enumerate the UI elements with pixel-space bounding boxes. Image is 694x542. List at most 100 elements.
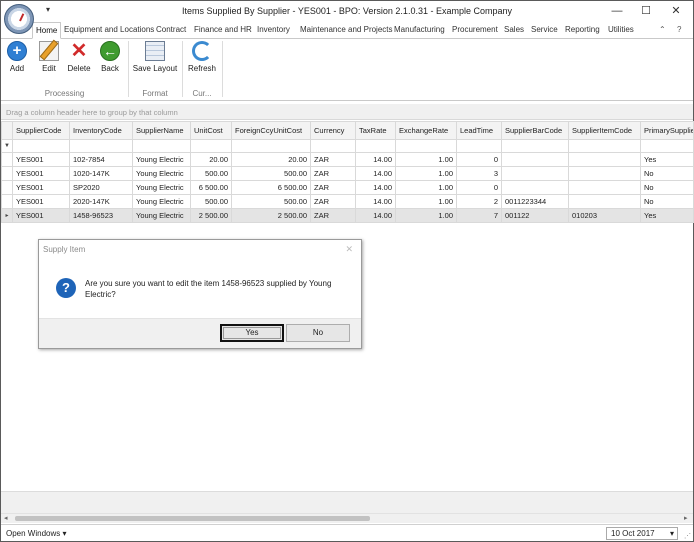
cell-currency[interactable]: ZAR xyxy=(310,166,356,181)
cell-supplierbarcode[interactable]: 001122 xyxy=(501,208,569,223)
cell-foreignccyunitcost[interactable]: 2 500.00 xyxy=(231,208,311,223)
cell-suppliername[interactable]: Young Electric xyxy=(132,152,191,167)
cell-inventorycode[interactable]: 1020-147K xyxy=(69,166,133,181)
filter-cell[interactable] xyxy=(395,139,457,153)
cell-foreignccyunitcost[interactable]: 500.00 xyxy=(231,194,311,209)
cell-leadtime[interactable]: 7 xyxy=(456,208,502,223)
refresh-button[interactable]: Refresh xyxy=(186,41,218,73)
filter-cell[interactable] xyxy=(456,139,502,153)
filter-cell[interactable] xyxy=(568,139,641,153)
cell-exchangerate[interactable]: 1.00 xyxy=(395,166,457,181)
cell-suppliercode[interactable]: YES001 xyxy=(12,194,70,209)
row-indicator[interactable] xyxy=(1,180,13,195)
cell-inventorycode[interactable]: 2020-147K xyxy=(69,194,133,209)
back-button[interactable]: ← Back xyxy=(99,41,121,73)
cell-supplieritemcode[interactable] xyxy=(568,194,641,209)
resize-grip-icon[interactable]: ⋰ xyxy=(684,532,691,540)
column-header-suppliername[interactable]: SupplierName xyxy=(132,121,191,140)
cell-taxrate[interactable]: 14.00 xyxy=(355,180,396,195)
cell-unitcost[interactable]: 6 500.00 xyxy=(190,180,232,195)
row-indicator[interactable]: ▸ xyxy=(1,208,13,223)
cell-unitcost[interactable]: 20.00 xyxy=(190,152,232,167)
no-button[interactable]: No xyxy=(286,324,350,342)
filter-cell[interactable] xyxy=(310,139,356,153)
cell-taxrate[interactable]: 14.00 xyxy=(355,166,396,181)
tab-reporting[interactable]: Reporting xyxy=(565,22,600,39)
cell-suppliername[interactable]: Young Electric xyxy=(132,180,191,195)
column-header-taxrate[interactable]: TaxRate xyxy=(355,121,396,140)
tab-service[interactable]: Service xyxy=(531,22,558,39)
group-by-panel[interactable]: Drag a column header here to group by th… xyxy=(1,104,693,120)
cell-exchangerate[interactable]: 1.00 xyxy=(395,208,457,223)
column-header-exchangerate[interactable]: ExchangeRate xyxy=(395,121,457,140)
table-row[interactable]: YES001 SP2020 Young Electric 6 500.00 6 500.… xyxy=(1,180,694,195)
filter-cell[interactable] xyxy=(69,139,133,153)
scroll-right-icon[interactable]: ▸ xyxy=(684,514,688,522)
scroll-left-icon[interactable]: ◂ xyxy=(4,514,8,522)
cell-currency[interactable]: ZAR xyxy=(310,194,356,209)
cell-unitcost[interactable]: 500.00 xyxy=(190,166,232,181)
tab-maintenance-and-projects[interactable]: Maintenance and Projects xyxy=(300,22,393,39)
cell-exchangerate[interactable]: 1.00 xyxy=(395,152,457,167)
cell-primarysupplier[interactable]: No xyxy=(640,180,694,195)
cell-primarysupplier[interactable]: Yes xyxy=(640,152,694,167)
filter-cell[interactable] xyxy=(190,139,232,153)
cell-suppliercode[interactable]: YES001 xyxy=(12,152,70,167)
cell-currency[interactable]: ZAR xyxy=(310,180,356,195)
cell-supplierbarcode[interactable] xyxy=(501,166,569,181)
cell-inventorycode[interactable]: 1458-96523 xyxy=(69,208,133,223)
add-button[interactable]: + Add xyxy=(6,41,28,73)
cell-foreignccyunitcost[interactable]: 6 500.00 xyxy=(231,180,311,195)
cell-currency[interactable]: ZAR xyxy=(310,152,356,167)
maximize-button[interactable]: ☐ xyxy=(633,3,659,19)
table-row[interactable]: ▸ YES001 1458-96523 Young Electric 2 500.00 2… xyxy=(1,208,694,223)
column-header-unitcost[interactable]: UnitCost xyxy=(190,121,232,140)
cell-foreignccyunitcost[interactable]: 500.00 xyxy=(231,166,311,181)
cell-inventorycode[interactable]: SP2020 xyxy=(69,180,133,195)
filter-cell[interactable] xyxy=(501,139,569,153)
cell-exchangerate[interactable]: 1.00 xyxy=(395,194,457,209)
tab-home[interactable]: Home xyxy=(32,22,62,39)
tab-contract[interactable]: Contract xyxy=(156,22,186,39)
cell-inventorycode[interactable]: 102-7854 xyxy=(69,152,133,167)
dialog-close-icon[interactable]: ✕ xyxy=(345,244,353,255)
cell-leadtime[interactable]: 3 xyxy=(456,166,502,181)
scrollbar-thumb[interactable] xyxy=(15,516,370,521)
cell-suppliername[interactable]: Young Electric xyxy=(132,166,191,181)
date-dropdown-icon[interactable]: ▾ xyxy=(670,528,674,539)
filter-cell[interactable] xyxy=(132,139,191,153)
cell-supplieritemcode[interactable]: 010203 xyxy=(568,208,641,223)
column-header-inventorycode[interactable]: InventoryCode xyxy=(69,121,133,140)
column-header-currency[interactable]: Currency xyxy=(310,121,356,140)
app-logo-icon[interactable] xyxy=(4,4,34,34)
filter-cell[interactable] xyxy=(640,139,694,153)
filter-cell[interactable] xyxy=(12,139,70,153)
column-header-leadtime[interactable]: LeadTime xyxy=(456,121,502,140)
cell-currency[interactable]: ZAR xyxy=(310,208,356,223)
cell-taxrate[interactable]: 14.00 xyxy=(355,208,396,223)
cell-taxrate[interactable]: 14.00 xyxy=(355,152,396,167)
cell-suppliercode[interactable]: YES001 xyxy=(12,208,70,223)
column-header-supplieritemcode[interactable]: SupplierItemCode xyxy=(568,121,641,140)
cell-leadtime[interactable]: 0 xyxy=(456,152,502,167)
tab-procurement[interactable]: Procurement xyxy=(452,22,498,39)
cell-foreignccyunitcost[interactable]: 20.00 xyxy=(231,152,311,167)
cell-supplieritemcode[interactable] xyxy=(568,152,641,167)
yes-button[interactable]: Yes xyxy=(220,324,284,342)
column-header-foreignccyunitcost[interactable]: ForeignCcyUnitCost xyxy=(231,121,311,140)
cell-unitcost[interactable]: 500.00 xyxy=(190,194,232,209)
cell-leadtime[interactable]: 0 xyxy=(456,180,502,195)
help-icon[interactable]: ? xyxy=(677,25,681,34)
cell-taxrate[interactable]: 14.00 xyxy=(355,194,396,209)
cell-suppliername[interactable]: Young Electric xyxy=(132,208,191,223)
edit-button[interactable]: Edit xyxy=(38,41,60,73)
tab-inventory[interactable]: Inventory xyxy=(257,22,290,39)
row-indicator[interactable] xyxy=(1,194,13,209)
tab-utilities[interactable]: Utilities xyxy=(608,22,634,39)
cell-suppliername[interactable]: Young Electric xyxy=(132,194,191,209)
row-indicator[interactable] xyxy=(1,152,13,167)
cell-supplierbarcode[interactable]: 0011223344 xyxy=(501,194,569,209)
row-indicator[interactable] xyxy=(1,166,13,181)
delete-button[interactable]: ✕ Delete xyxy=(66,41,92,73)
cell-leadtime[interactable]: 2 xyxy=(456,194,502,209)
